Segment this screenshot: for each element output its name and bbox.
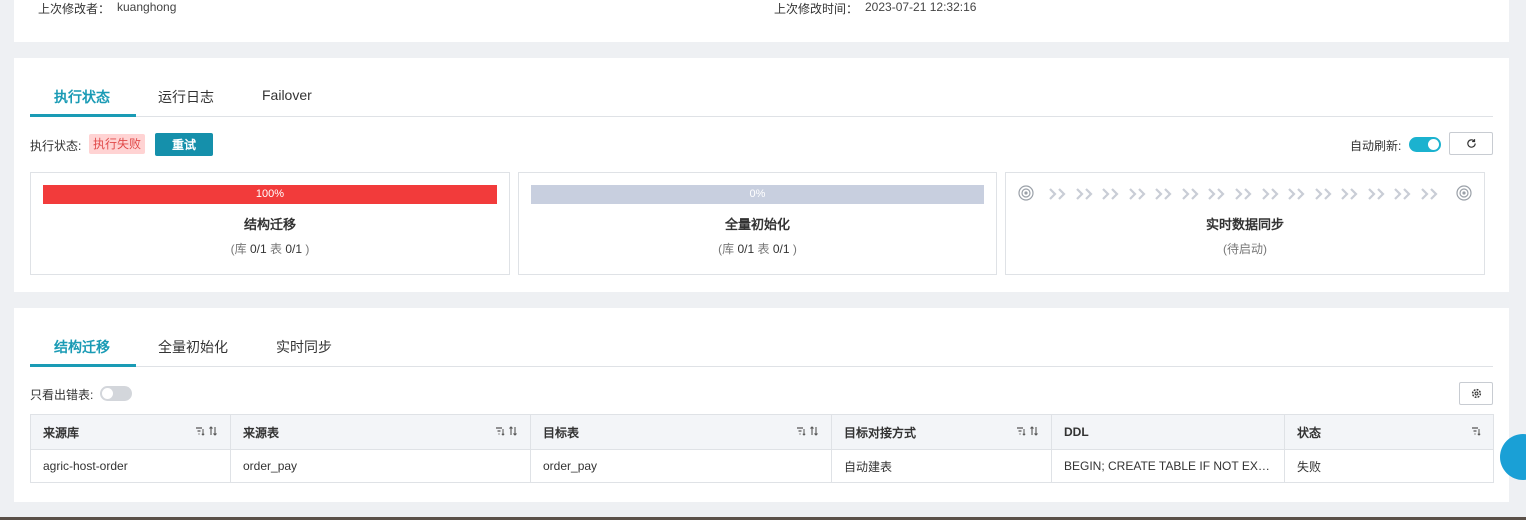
cell-ddl[interactable]: BEGIN; CREATE TABLE IF NOT EXISTS order_… (1051, 449, 1285, 483)
modifier-value: kuanghong (117, 0, 177, 14)
only-error-label: 只看出错表: (30, 388, 94, 402)
status-badge: 执行失败 (89, 134, 146, 154)
cell-target-mode: 自动建表 (831, 449, 1052, 483)
col-target-mode[interactable]: 目标对接方式 (831, 414, 1052, 450)
column-title: 目标对接方式 (844, 425, 917, 440)
filter-icon[interactable] (1016, 426, 1026, 436)
col-target-table[interactable]: 目标表 (530, 414, 832, 450)
chevron-right-icon (1421, 188, 1438, 200)
structure-stage-title: 结构迁移 (243, 217, 296, 232)
structure-stage-sub: (库 0/1 表 0/1 ) (230, 242, 310, 256)
end-target-icon (1456, 185, 1472, 201)
modified-time-value: 2023-07-21 12:32:16 (865, 0, 977, 14)
column-title: 来源表 (243, 425, 280, 440)
column-title: 目标表 (543, 425, 580, 440)
column-title: 状态 (1297, 425, 1322, 440)
stage-realtime-sync: 实时数据同步 (待启动) (1005, 172, 1485, 275)
column-title: DDL (1064, 425, 1089, 439)
chevron-right-icon (1314, 188, 1332, 200)
full-init-progress-text: 0% (749, 188, 766, 200)
refresh-button[interactable] (1449, 132, 1493, 155)
chevron-right-icon (1235, 188, 1252, 200)
auto-refresh-toggle[interactable] (1409, 137, 1441, 152)
retry-button[interactable]: 重试 (155, 133, 213, 156)
column-settings-button[interactable] (1459, 382, 1493, 405)
refresh-icon (1466, 139, 1476, 148)
chevron-right-icon (1102, 188, 1119, 200)
realtime-stage-sub: (待启动) (1223, 242, 1267, 256)
active-tab-indicator (30, 114, 136, 117)
gear-icon (1471, 388, 1481, 399)
chevron-right-icon (1394, 188, 1411, 200)
cell-source-db: agric-host-order (30, 449, 231, 483)
stage-structure-migration: 100% 结构迁移 (库 0/1 表 0/1 ) (30, 172, 510, 275)
toggle-knob (102, 388, 113, 399)
chevron-right-icon (1128, 188, 1146, 200)
structure-progress-text: 100% (255, 188, 285, 200)
filter-icon[interactable] (195, 426, 205, 436)
tab-failover[interactable]: Failover (262, 87, 312, 103)
sort-icon[interactable] (208, 426, 218, 436)
structure-db-label: 库 (234, 242, 247, 256)
tab-exec-status[interactable]: 执行状态 (54, 87, 110, 107)
chevron-right-icon (1075, 188, 1093, 200)
chevron-right-icon (1367, 188, 1385, 200)
full-init-stage-sub: (库 0/1 表 0/1 ) (718, 242, 797, 256)
migration-detail-card: 结构迁移 全量初始化 实时同步 只看出错表: 来源库 来源表 目标表 目标对接方… (14, 308, 1509, 502)
col-ddl: DDL (1051, 414, 1285, 450)
toggle-knob (1428, 139, 1439, 150)
full-init-stage-title: 全量初始化 (724, 217, 790, 232)
column-title: 来源库 (43, 425, 80, 440)
exec-status-label: 执行状态: (30, 139, 82, 153)
col-source-table[interactable]: 来源表 (230, 414, 531, 450)
realtime-stage-title: 实时数据同步 (1205, 217, 1284, 232)
filter-icon[interactable] (796, 426, 806, 436)
tab-full-init[interactable]: 全量初始化 (158, 337, 228, 357)
modifier-label: 上次修改者： (38, 2, 111, 16)
structure-tbl-label: 表 (270, 242, 283, 256)
stage-full-init: 0% 全量初始化 (库 0/1 表 0/1 ) (518, 172, 997, 275)
structure-db-count: 0/1 (249, 242, 267, 256)
sort-icon[interactable] (1029, 426, 1039, 436)
tab-realtime-sync[interactable]: 实时同步 (276, 337, 332, 357)
full-init-tbl-label: 表 (757, 242, 770, 256)
only-error-toggle[interactable] (100, 386, 132, 401)
sync-flow-arrows (1048, 185, 1442, 203)
chevron-right-icon (1288, 188, 1305, 200)
chevron-right-icon (1208, 188, 1225, 200)
chevron-right-icon (1049, 188, 1066, 200)
active-tab-indicator (30, 364, 136, 367)
table-row: agric-host-order order_pay order_pay 自动建… (30, 449, 1494, 483)
chevron-right-icon (1155, 188, 1172, 200)
filter-icon[interactable] (495, 426, 505, 436)
execution-card: 执行状态 运行日志 Failover 执行状态: 执行失败 重试 自动刷新: 1… (14, 58, 1509, 292)
migration-table: 来源库 来源表 目标表 目标对接方式 DDL 状态 agric-host-ord… (30, 414, 1494, 483)
tab-structure-migration[interactable]: 结构迁移 (54, 337, 110, 357)
table-header-row: 来源库 来源表 目标表 目标对接方式 DDL 状态 (30, 414, 1494, 450)
col-status[interactable]: 状态 (1284, 414, 1494, 450)
cell-source-table: order_pay (230, 449, 531, 483)
exec-tabs: 执行状态 运行日志 Failover (30, 74, 1493, 117)
full-init-tbl-count: 0/1 (772, 242, 790, 256)
structure-tbl-count: 0/1 (285, 242, 303, 256)
cell-target-table: order_pay (530, 449, 832, 483)
tab-run-log[interactable]: 运行日志 (158, 87, 214, 107)
modified-time-label: 上次修改时间： (774, 2, 859, 16)
sort-icon[interactable] (809, 426, 819, 436)
task-meta-card: 上次修改者： kuanghong 上次修改时间： 2023-07-21 12:3… (14, 0, 1509, 42)
start-target-icon (1018, 185, 1034, 201)
structure-progress-bar: 100% (43, 185, 497, 204)
chevron-right-icon (1261, 188, 1279, 200)
col-source-db[interactable]: 来源库 (30, 414, 231, 450)
migration-tabs: 结构迁移 全量初始化 实时同步 (30, 324, 1493, 367)
cell-status: 失败 (1284, 449, 1494, 483)
chevron-right-icon (1341, 188, 1358, 200)
sort-icon[interactable] (508, 426, 518, 436)
filter-icon[interactable] (1471, 426, 1481, 436)
full-init-progress-bar: 0% (531, 185, 984, 204)
full-init-db-label: 库 (722, 242, 735, 256)
chevron-right-icon (1182, 188, 1199, 200)
auto-refresh-label: 自动刷新: (1350, 139, 1402, 153)
full-init-db-count: 0/1 (737, 242, 755, 256)
